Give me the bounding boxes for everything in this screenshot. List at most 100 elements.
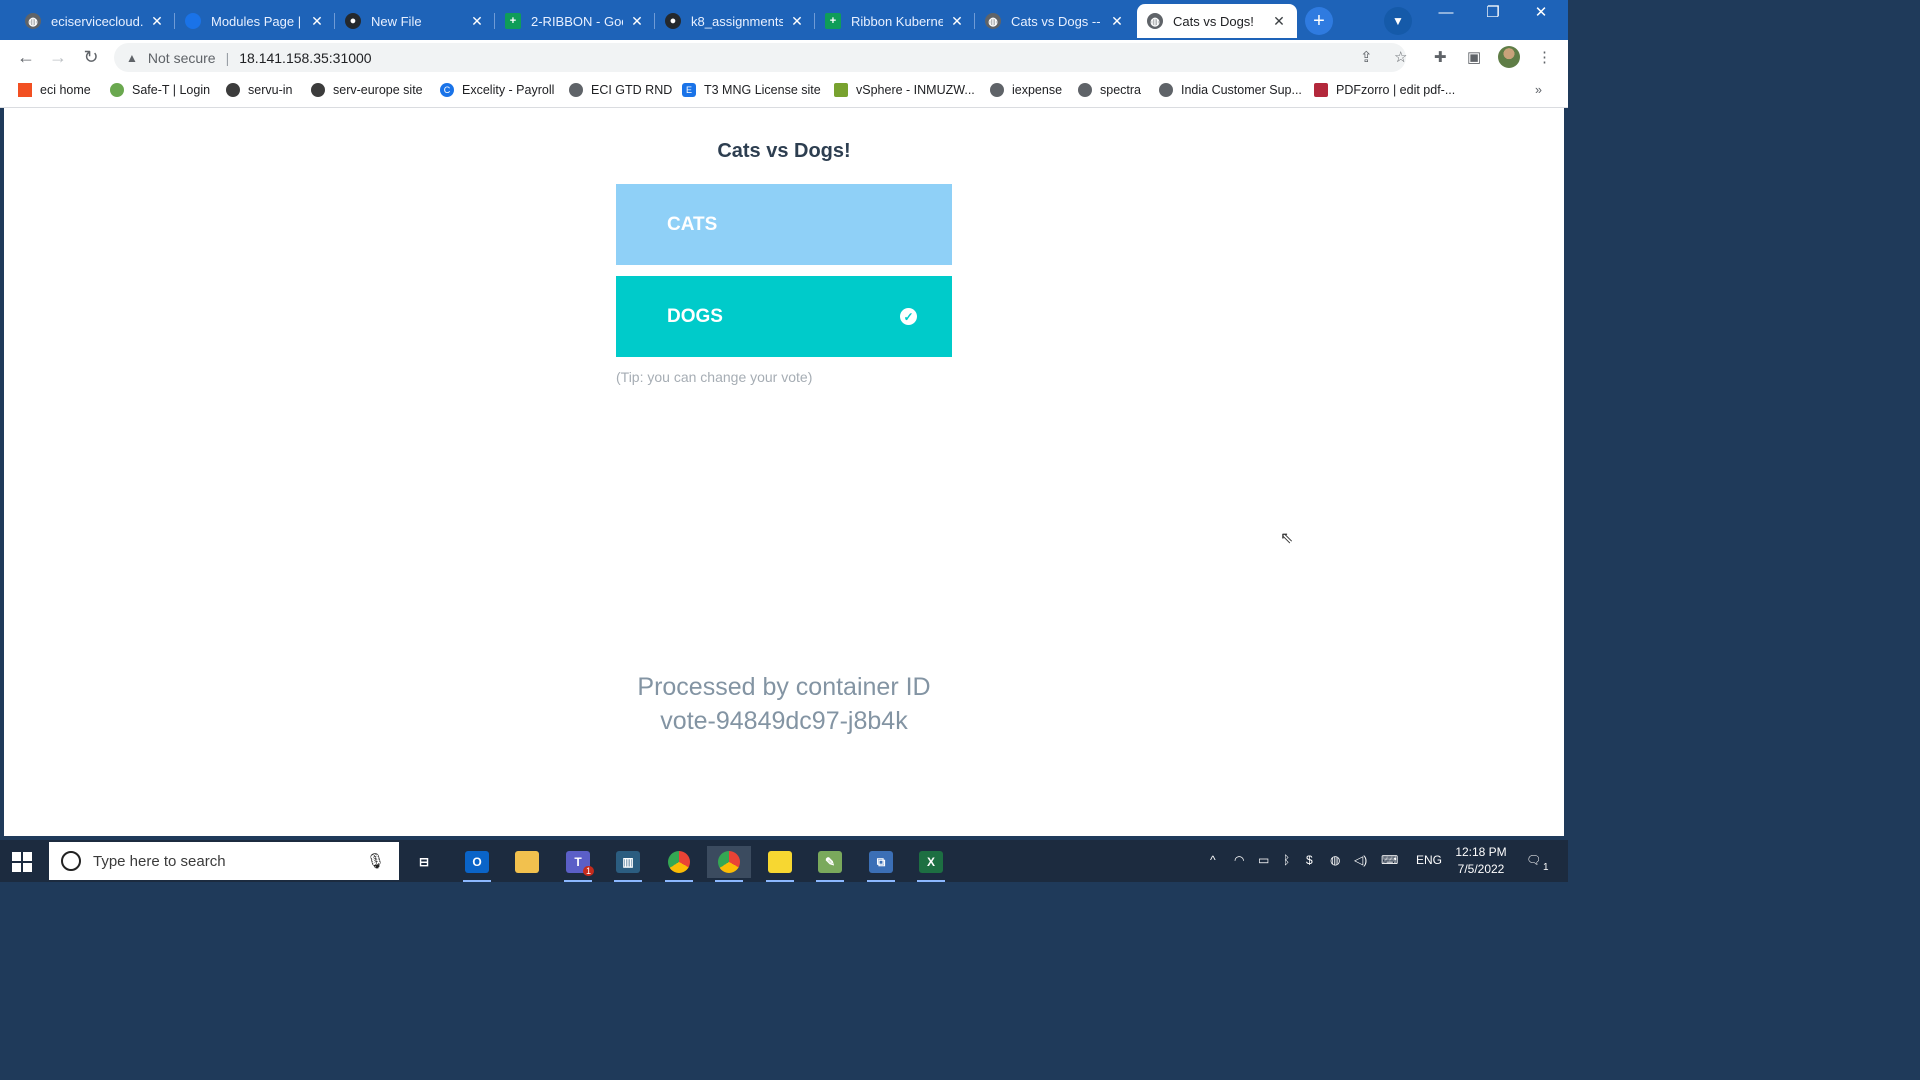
vote-cats-button[interactable]: CATS: [616, 184, 952, 265]
vote-cats-label: CATS: [667, 213, 718, 235]
security-label[interactable]: Not secure: [148, 50, 216, 66]
file-explorer-icon[interactable]: [505, 846, 549, 878]
tab-eciservicecloud[interactable]: ◍ eciservicecloud.ec ✕: [15, 4, 175, 38]
bookmark-excelity[interactable]: C Excelity - Payroll: [440, 83, 554, 97]
notepad-icon[interactable]: ✎: [808, 846, 852, 882]
bluetooth-icon[interactable]: ᛒ: [1283, 853, 1290, 867]
close-icon[interactable]: ✕: [789, 13, 805, 30]
menu-kebab-icon[interactable]: ⋮: [1537, 48, 1552, 66]
bookmark-label: vSphere - INMUZW...: [856, 83, 975, 97]
network-icon[interactable]: ⧉: [859, 846, 903, 882]
close-icon[interactable]: ✕: [949, 13, 965, 30]
language-indicator[interactable]: ENG: [1416, 853, 1442, 867]
teams-badge: 1: [582, 866, 594, 876]
windows-start-icon[interactable]: [12, 852, 32, 872]
sticky-notes-icon[interactable]: [758, 846, 802, 882]
close-icon[interactable]: ✕: [1271, 13, 1287, 30]
excelity-icon: C: [440, 83, 454, 97]
cortana-circle-icon: [61, 851, 81, 871]
battery-icon[interactable]: ▭: [1258, 853, 1269, 867]
volume-icon[interactable]: ◁): [1354, 853, 1367, 867]
bookmark-pdfzorro[interactable]: PDFzorro | edit pdf-...: [1314, 83, 1455, 97]
bookmark-eci-home[interactable]: eci home: [18, 83, 91, 97]
bookmark-label: spectra: [1100, 83, 1141, 97]
restore-icon[interactable]: ❐: [1470, 2, 1516, 24]
address-bar[interactable]: ▲ Not secure | 18.141.158.35:31000 ⇪ ☆: [114, 43, 1407, 72]
tab-title: Cats vs Dogs -- Re: [1011, 13, 1103, 29]
tab-title: Cats vs Dogs!: [1173, 13, 1254, 29]
bookmark-eci-gtd-rnd[interactable]: ECI GTD RND: [569, 83, 672, 97]
tab-ribbon-kubernetes[interactable]: + Ribbon Kubernete ✕: [815, 4, 975, 38]
tab-title: 2-RIBBON - Goog: [531, 13, 623, 29]
vpn-globe-icon[interactable]: ◍: [1330, 853, 1340, 867]
container-id-value: vote-94849dc97-j8b4k: [660, 707, 908, 735]
reload-icon[interactable]: ↻: [79, 45, 103, 69]
globe-icon: [1159, 83, 1173, 97]
tab-2-ribbon[interactable]: + 2-RIBBON - Goog ✕: [495, 4, 655, 38]
close-icon[interactable]: ✕: [149, 13, 165, 30]
bookmark-serv-europe[interactable]: serv-europe site: [311, 83, 423, 97]
keyboard-icon[interactable]: ⌨: [1381, 853, 1398, 867]
tab-cats-vs-dogs-result[interactable]: ◍ Cats vs Dogs -- Re ✕: [975, 4, 1135, 38]
bookmark-label: PDFzorro | edit pdf-...: [1336, 83, 1456, 97]
globe-icon: [990, 83, 1004, 97]
minimize-icon[interactable]: —: [1423, 2, 1469, 24]
chrome-active-icon[interactable]: [707, 846, 751, 882]
chrome-icon[interactable]: [657, 846, 701, 882]
bookmark-india-customer-support[interactable]: India Customer Sup...: [1159, 83, 1302, 97]
system-clock[interactable]: 12:18 PM 7/5/2022: [1446, 844, 1516, 878]
url-text[interactable]: 18.141.158.35:31000: [239, 50, 371, 66]
vote-dogs-button[interactable]: DOGS ✓: [616, 276, 952, 357]
tab-k8-assignments[interactable]: ● k8_assignments_a ✕: [655, 4, 815, 38]
close-icon[interactable]: ✕: [309, 13, 325, 30]
web-page: Cats vs Dogs! CATS DOGS ✓ (Tip: you can …: [4, 108, 1564, 836]
outlook-icon[interactable]: O: [455, 846, 499, 882]
extensions-puzzle-icon[interactable]: ✚: [1434, 48, 1447, 66]
tab-title: New File: [371, 13, 422, 29]
excel-icon[interactable]: X: [909, 846, 953, 882]
clock-date: 7/5/2022: [1457, 862, 1505, 876]
profile-avatar[interactable]: [1498, 46, 1520, 68]
putty-icon[interactable]: ▥: [606, 846, 650, 882]
show-hidden-icons-chevron-icon[interactable]: ^: [1210, 853, 1216, 867]
close-icon[interactable]: ✕: [469, 13, 485, 30]
globe-icon: ◍: [985, 13, 1001, 29]
bookmark-vsphere[interactable]: vSphere - INMUZW...: [834, 83, 975, 97]
tab-search-chevron-icon[interactable]: ▼: [1384, 7, 1412, 35]
taskbar-search-box[interactable]: Type here to search 🎙: [49, 842, 399, 880]
back-arrow-icon[interactable]: ←: [14, 45, 38, 69]
page-title: Cats vs Dogs!: [717, 140, 851, 162]
more-bookmarks-chevron-icon[interactable]: »: [1535, 83, 1542, 97]
warning-triangle-icon[interactable]: ▲: [126, 51, 138, 65]
dollar-icon[interactable]: $: [1306, 853, 1313, 867]
window-close-icon[interactable]: ✕: [1518, 2, 1564, 24]
close-icon[interactable]: ✕: [1109, 13, 1125, 30]
bookmark-iexpense[interactable]: iexpense: [990, 83, 1062, 97]
forward-arrow-icon[interactable]: →: [46, 45, 70, 69]
notifications-icon[interactable]: 🗨: [1526, 853, 1541, 867]
bookmark-t3-mng[interactable]: E T3 MNG License site: [682, 83, 821, 97]
bookmark-label: India Customer Sup...: [1181, 83, 1302, 97]
tab-modules-page[interactable]: Modules Page | Le ✕: [175, 4, 335, 38]
task-view-icon[interactable]: ⊟: [402, 846, 446, 878]
microphone-icon[interactable]: 🎙: [366, 852, 385, 870]
new-tab-plus-icon[interactable]: +: [1305, 7, 1333, 35]
teams-icon[interactable]: T 1: [556, 846, 600, 882]
bookmark-safe-t[interactable]: Safe-T | Login: [110, 83, 210, 97]
bookmark-star-icon[interactable]: ☆: [1394, 48, 1407, 66]
wifi-icon[interactable]: ◠: [1234, 853, 1244, 867]
share-icon[interactable]: ⇪: [1360, 48, 1373, 66]
bookmark-servu-in[interactable]: servu-in: [226, 83, 292, 97]
tab-cats-vs-dogs-active[interactable]: ◍ Cats vs Dogs! ✕: [1137, 4, 1297, 38]
bookmark-label: serv-europe site: [333, 83, 423, 97]
side-panel-icon[interactable]: ▣: [1467, 48, 1481, 66]
bookmark-spectra[interactable]: spectra: [1078, 83, 1141, 97]
close-icon[interactable]: ✕: [629, 13, 645, 30]
tab-new-file[interactable]: ● New File ✕: [335, 4, 495, 38]
tip-text: (Tip: you can change your vote): [616, 369, 813, 385]
notification-count: 1: [1543, 862, 1549, 873]
bookmark-label: Safe-T | Login: [132, 83, 211, 97]
globe-icon: [569, 83, 583, 97]
search-placeholder: Type here to search: [93, 852, 226, 870]
github-icon: ●: [665, 13, 681, 29]
